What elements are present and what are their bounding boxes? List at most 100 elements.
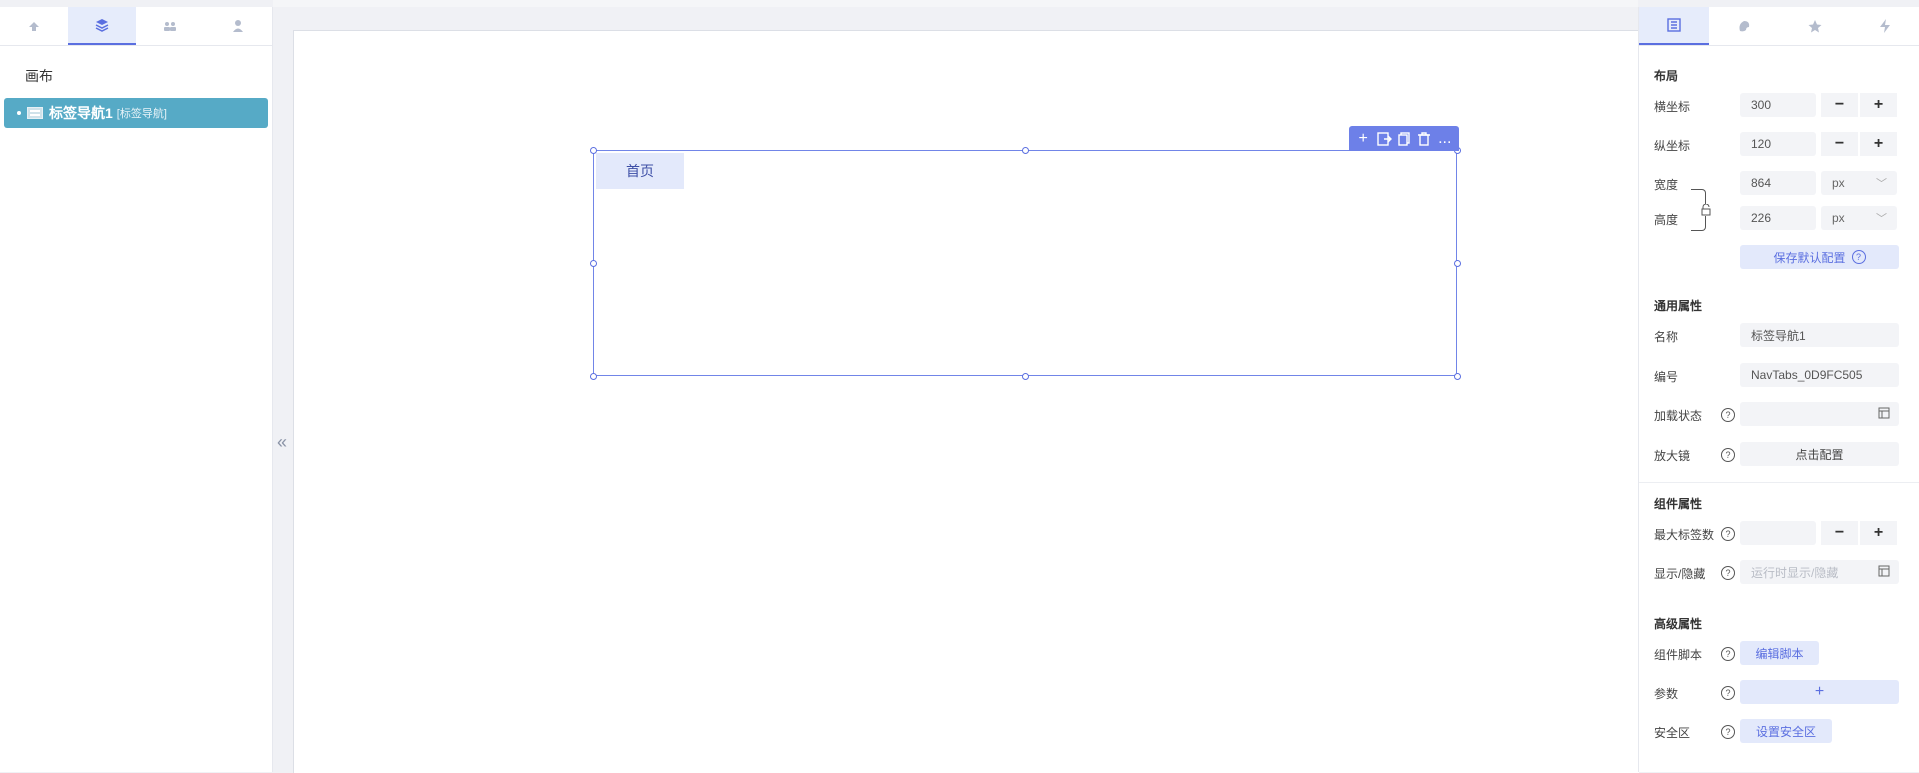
x-input[interactable]: 300	[1740, 93, 1816, 117]
x-stepper: − +	[1821, 93, 1897, 117]
resize-handle-nw[interactable]	[590, 147, 597, 154]
y-input[interactable]: 120	[1740, 132, 1816, 156]
width-unit-select[interactable]: px ﹀	[1821, 171, 1897, 195]
section-divider	[1639, 482, 1919, 483]
user-icon	[233, 20, 243, 32]
y-decrement-button[interactable]: −	[1821, 132, 1858, 156]
x-decrement-button[interactable]: −	[1821, 93, 1858, 117]
resize-handle-se[interactable]	[1454, 373, 1461, 380]
show-hide-label: 显示/隐藏	[1654, 567, 1706, 581]
tree-bullet	[17, 111, 21, 115]
help-icon[interactable]: ?	[1721, 647, 1735, 661]
left-tab-bar	[0, 7, 272, 46]
table-icon[interactable]	[1878, 565, 1890, 577]
width-label: 宽度	[1654, 178, 1679, 192]
tab-events[interactable]	[1850, 7, 1919, 45]
help-icon[interactable]: ?	[1851, 250, 1866, 264]
y-increment-button[interactable]: +	[1860, 132, 1897, 156]
right-tab-bar	[1639, 7, 1919, 46]
navtabs-component[interactable]: 首页	[593, 150, 1457, 376]
id-input[interactable]: NavTabs_0D9FC505	[1740, 363, 1899, 387]
height-unit-value: px	[1832, 211, 1845, 225]
max-tabs-stepper: − +	[1821, 521, 1897, 545]
style-icon	[1739, 21, 1750, 32]
edit-script-button[interactable]: 编辑脚本	[1740, 641, 1819, 665]
help-icon[interactable]: ?	[1721, 725, 1735, 739]
resize-handle-n[interactable]	[1022, 147, 1029, 154]
set-safe-area-button[interactable]: 设置安全区	[1740, 719, 1832, 743]
show-hide-placeholder: 运行时显示/隐藏	[1751, 565, 1839, 580]
x-label: 横坐标	[1654, 100, 1691, 114]
y-label: 纵坐标	[1654, 139, 1691, 153]
tab-components[interactable]	[0, 7, 68, 45]
name-input[interactable]: 标签导航1	[1740, 323, 1899, 347]
tree-item-selected[interactable]: 标签导航1 [标签导航]	[4, 98, 268, 128]
section-title-advanced: 高级属性	[1654, 617, 1703, 631]
tab-layers[interactable]	[68, 7, 136, 45]
tab-style[interactable]	[1709, 7, 1779, 45]
unlock-icon[interactable]	[1700, 204, 1712, 216]
more-icon[interactable]: ...	[1435, 129, 1455, 149]
tab-favorites[interactable]	[1780, 7, 1850, 45]
resize-handle-s[interactable]	[1022, 373, 1029, 380]
component-icon	[29, 22, 39, 31]
section-title-layout: 布局	[1654, 69, 1679, 83]
height-input[interactable]: 226	[1740, 206, 1816, 230]
x-increment-button[interactable]: +	[1860, 93, 1897, 117]
id-label: 编号	[1654, 370, 1679, 384]
nav-tab-home[interactable]: 首页	[596, 153, 684, 189]
height-label: 高度	[1654, 213, 1679, 227]
chevron-down-icon: ﹀	[1876, 178, 1887, 190]
copy-icon[interactable]	[1394, 129, 1414, 149]
save-default-label: 保存默认配置	[1773, 250, 1846, 265]
tree-item-type: [标签导航]	[116, 108, 167, 120]
table-icon[interactable]	[1878, 407, 1890, 419]
insert-icon[interactable]	[1374, 129, 1394, 149]
right-panel: 布局 横坐标 300 − + 纵坐标 120 − + 宽度 864 px ﹀ 高…	[1638, 7, 1919, 772]
left-panel: 画布 标签导航1 [标签导航]	[0, 7, 273, 772]
help-icon[interactable]: ?	[1721, 566, 1735, 580]
component-toolbar: + ...	[1349, 126, 1459, 151]
canvas-tree-root[interactable]: 画布	[25, 66, 272, 86]
add-param-button[interactable]: +	[1740, 680, 1899, 704]
max-tabs-input[interactable]	[1740, 521, 1816, 545]
name-label: 名称	[1654, 330, 1679, 344]
y-stepper: − +	[1821, 132, 1897, 156]
max-tabs-increment-button[interactable]: +	[1860, 521, 1897, 545]
help-icon[interactable]: ?	[1721, 686, 1735, 700]
properties-icon	[1667, 18, 1681, 32]
height-unit-select[interactable]: px ﹀	[1821, 206, 1897, 230]
resize-handle-sw[interactable]	[590, 373, 597, 380]
section-title-common: 通用属性	[1654, 299, 1703, 313]
safe-area-label: 安全区	[1654, 726, 1691, 740]
tree-item-name: 标签导航1	[49, 105, 113, 121]
help-icon[interactable]: ?	[1721, 448, 1735, 462]
max-tabs-label: 最大标签数	[1654, 528, 1715, 542]
width-input[interactable]: 864	[1740, 171, 1816, 195]
help-icon[interactable]: ?	[1721, 408, 1735, 422]
resize-handle-e[interactable]	[1454, 260, 1461, 267]
script-label: 组件脚本	[1654, 648, 1703, 662]
star-icon	[1808, 20, 1822, 33]
save-default-config-button[interactable]: 保存默认配置 ?	[1740, 245, 1899, 269]
magnifier-config-button[interactable]: 点击配置	[1740, 442, 1899, 466]
help-icon[interactable]: ?	[1721, 527, 1735, 541]
tab-user[interactable]	[204, 7, 272, 45]
load-state-label: 加载状态	[1654, 409, 1703, 423]
tab-properties[interactable]	[1639, 7, 1710, 45]
tab-users[interactable]	[136, 7, 204, 45]
navtabs-icon	[27, 107, 43, 119]
chevron-down-icon: ﹀	[1876, 213, 1887, 225]
users-icon	[164, 22, 176, 31]
load-state-input[interactable]	[1740, 402, 1899, 426]
section-title-component: 组件属性	[1654, 497, 1703, 511]
collapse-left-panel-icon[interactable]: «	[274, 432, 290, 452]
magnifier-label: 放大镜	[1654, 449, 1691, 463]
add-icon[interactable]: +	[1353, 129, 1373, 149]
params-label: 参数	[1654, 687, 1679, 701]
resize-handle-w[interactable]	[590, 260, 597, 267]
show-hide-input[interactable]: 运行时显示/隐藏	[1740, 560, 1899, 584]
max-tabs-decrement-button[interactable]: −	[1821, 521, 1858, 545]
width-unit-value: px	[1832, 176, 1845, 190]
delete-icon[interactable]	[1414, 129, 1434, 149]
